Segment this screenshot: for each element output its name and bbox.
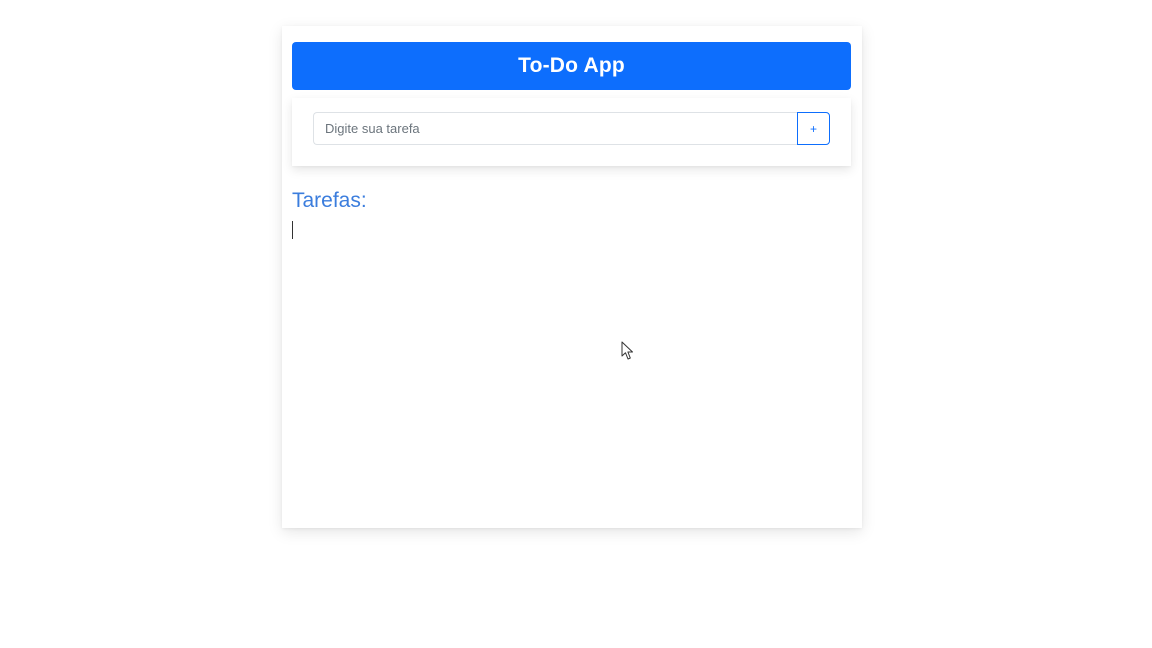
app-header: To-Do App	[292, 42, 851, 90]
task-input[interactable]	[313, 112, 797, 145]
add-task-button[interactable]: +	[797, 112, 830, 145]
tasks-heading: Tarefas:	[292, 189, 367, 212]
app-title: To-Do App	[518, 54, 625, 77]
task-input-group: +	[313, 112, 830, 145]
task-form-panel: +	[292, 98, 851, 166]
todo-app-card: To-Do App + Tarefas:	[282, 26, 862, 528]
mouse-pointer-icon	[621, 341, 633, 360]
task-list	[292, 220, 851, 240]
text-caret	[292, 221, 293, 239]
